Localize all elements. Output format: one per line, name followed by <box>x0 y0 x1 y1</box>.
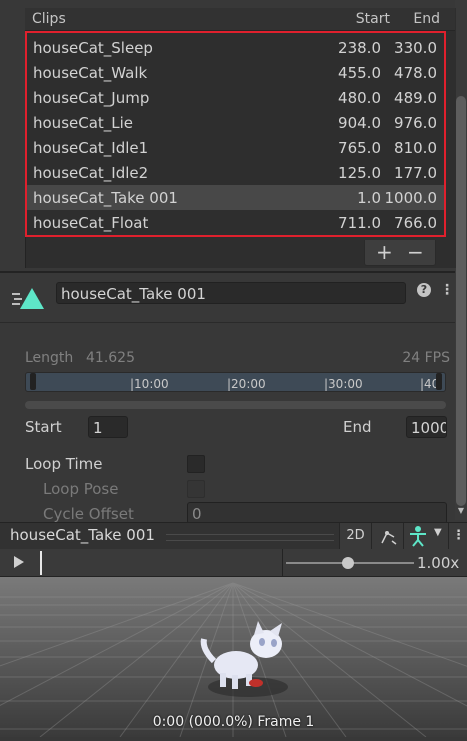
playhead[interactable] <box>40 551 42 575</box>
cycle-offset-label: Cycle Offset <box>43 505 134 523</box>
help-icon[interactable]: ? <box>417 283 431 297</box>
end-label: End <box>343 418 372 436</box>
timeline-end-handle[interactable] <box>436 373 442 390</box>
drag-grip[interactable] <box>166 534 334 541</box>
highlight-box <box>25 31 446 237</box>
preview-menu-icon[interactable]: ⋮ <box>448 523 467 549</box>
menu-icon[interactable]: ⋮ <box>440 282 454 298</box>
frame-label: 0:00 (000.0%) Frame 1 <box>152 714 315 730</box>
divider <box>282 549 283 576</box>
cycle-offset-value: 0 <box>192 505 202 523</box>
speed-slider-thumb[interactable] <box>342 557 354 569</box>
loop-pose-checkbox[interactable] <box>187 480 205 498</box>
timeline-tick: |20:00 <box>227 377 266 391</box>
pivot-button[interactable] <box>371 523 403 549</box>
clip-name-field[interactable]: houseCat_Take 001 <box>56 282 406 304</box>
divider <box>0 322 455 323</box>
divider <box>0 271 455 273</box>
length-value: 41.625 <box>86 350 135 366</box>
timeline-tick: |30:00 <box>324 377 363 391</box>
end-value: 1000 <box>411 419 447 437</box>
avatar-icon <box>410 526 426 547</box>
start-field[interactable]: 1 <box>88 416 128 438</box>
cycle-offset-field[interactable]: 0 <box>187 502 447 524</box>
scrollbar-thumb[interactable] <box>456 96 466 506</box>
clips-column-start: Start <box>355 11 390 27</box>
timeline-ruler[interactable]: |10:00 |20:00 |30:00 |40 <box>25 372 446 392</box>
fps-label: 24 FPS <box>402 350 450 366</box>
loop-time-checkbox[interactable] <box>187 455 205 473</box>
timeline-tick: |10:00 <box>130 377 169 391</box>
clips-column-end: End <box>413 11 440 27</box>
loop-time-label: Loop Time <box>25 455 103 473</box>
chevron-down-icon: ▼ <box>434 527 442 538</box>
clip-icon <box>12 285 46 315</box>
clips-header: Clips Start End <box>25 8 455 31</box>
speed-value: 1.00x <box>417 554 460 572</box>
avatar-button[interactable]: ▼ <box>403 523 448 549</box>
pivot-icon <box>381 531 397 545</box>
remove-clip-button[interactable]: − <box>407 240 424 264</box>
clip-name-value: houseCat_Take 001 <box>61 285 206 303</box>
loop-pose-label: Loop Pose <box>43 480 119 498</box>
preview-viewport[interactable] <box>0 577 467 738</box>
start-value: 1 <box>93 419 103 437</box>
scroll-down-arrow-icon[interactable]: ▼ <box>455 506 467 518</box>
length-label: Length <box>25 350 74 366</box>
add-clip-button[interactable]: + <box>376 240 393 264</box>
end-field[interactable]: 1000 <box>406 416 447 438</box>
timeline-track[interactable] <box>25 401 446 409</box>
play-icon[interactable] <box>14 556 24 568</box>
clip-add-remove-footer: + − <box>364 240 436 266</box>
2d-toggle-button[interactable]: 2D <box>339 523 371 549</box>
preview-title: houseCat_Take 001 <box>10 526 155 544</box>
clips-column-name: Clips <box>32 11 66 27</box>
timeline-start-handle[interactable] <box>30 373 36 390</box>
start-label: Start <box>25 418 62 436</box>
